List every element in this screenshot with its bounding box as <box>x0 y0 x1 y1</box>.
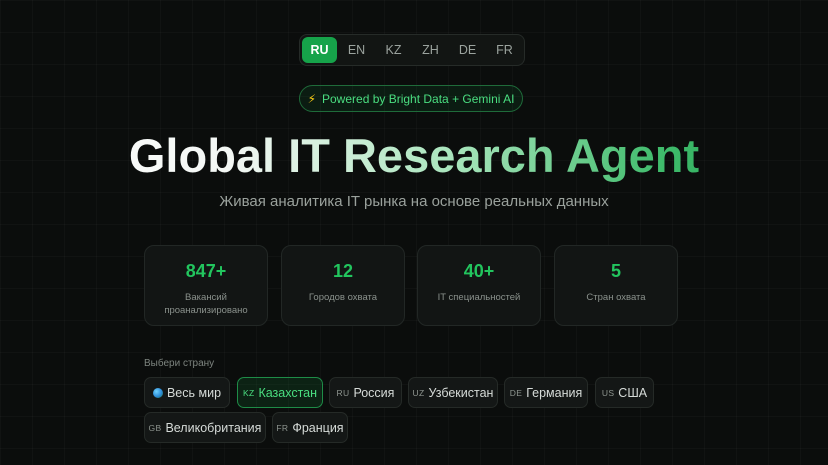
stat-value: 5 <box>610 261 621 281</box>
country-code: KZ <box>242 387 255 398</box>
lang-kz-button[interactable]: KZ <box>376 37 411 63</box>
stat-label: Городов охвата <box>308 292 378 303</box>
country-label: США <box>618 385 648 400</box>
country-section-title: Выбери страну <box>144 358 215 369</box>
country-chip-fr[interactable]: FR Франция <box>272 412 348 443</box>
powered-by-badge: ⚡ Powered by Bright Data + Gemini AI <box>299 85 523 112</box>
country-chip-uz[interactable]: UZ Узбекистан <box>408 377 498 408</box>
country-chip-ru[interactable]: RU Россия <box>329 377 402 408</box>
country-code: GB <box>148 422 162 433</box>
lang-ru-button[interactable]: RU <box>302 37 337 63</box>
country-chip-us[interactable]: US США <box>595 377 654 408</box>
stat-card-countries: 5 Стран охвата <box>554 245 678 326</box>
country-label: Россия <box>353 385 395 400</box>
country-label: Казахстан <box>258 385 318 400</box>
country-code: UZ <box>412 387 425 398</box>
country-code: DE <box>509 387 523 398</box>
globe-icon <box>152 387 163 398</box>
country-code: RU <box>336 387 350 398</box>
page-subtitle: Живая аналитика IT рынка на основе реаль… <box>219 193 609 210</box>
country-label: Франция <box>292 420 344 435</box>
country-chip-de[interactable]: DE Германия <box>504 377 588 408</box>
stat-card-vacancies: 847+ Вакансий проанализировано <box>144 245 268 326</box>
country-code: US <box>601 387 615 398</box>
powered-by-text: Powered by Bright Data + Gemini AI <box>322 91 515 106</box>
stat-value: 12 <box>332 261 354 281</box>
lang-de-button[interactable]: DE <box>450 37 485 63</box>
country-label: Весь мир <box>166 385 222 400</box>
lang-zh-button[interactable]: ZH <box>413 37 448 63</box>
country-chip-gb[interactable]: GB Великобритания <box>144 412 266 443</box>
stat-value: 40+ <box>463 261 495 281</box>
stat-label: IT специальностей <box>437 292 521 303</box>
stat-label: Вакансий проанализировано <box>164 292 248 316</box>
country-label: Узбекистан <box>428 385 494 400</box>
country-label: Германия <box>526 385 583 400</box>
country-chip-kz[interactable]: KZ Казахстан <box>237 377 323 408</box>
stat-card-cities: 12 Городов охвата <box>281 245 405 326</box>
page-title: Global IT Research Agent <box>0 128 828 184</box>
language-switcher: RU EN KZ ZH DE FR <box>299 34 525 66</box>
lang-en-button[interactable]: EN <box>339 37 374 63</box>
lang-fr-button[interactable]: FR <box>487 37 522 63</box>
country-code: FR <box>276 422 289 433</box>
stat-card-specialties: 40+ IT специальностей <box>417 245 541 326</box>
country-label: Великобритания <box>165 420 262 435</box>
lightning-icon: ⚡ <box>307 91 316 106</box>
country-chip-world[interactable]: Весь мир <box>144 377 230 408</box>
stat-value: 847+ <box>185 261 227 281</box>
stat-label: Стран охвата <box>586 292 646 303</box>
